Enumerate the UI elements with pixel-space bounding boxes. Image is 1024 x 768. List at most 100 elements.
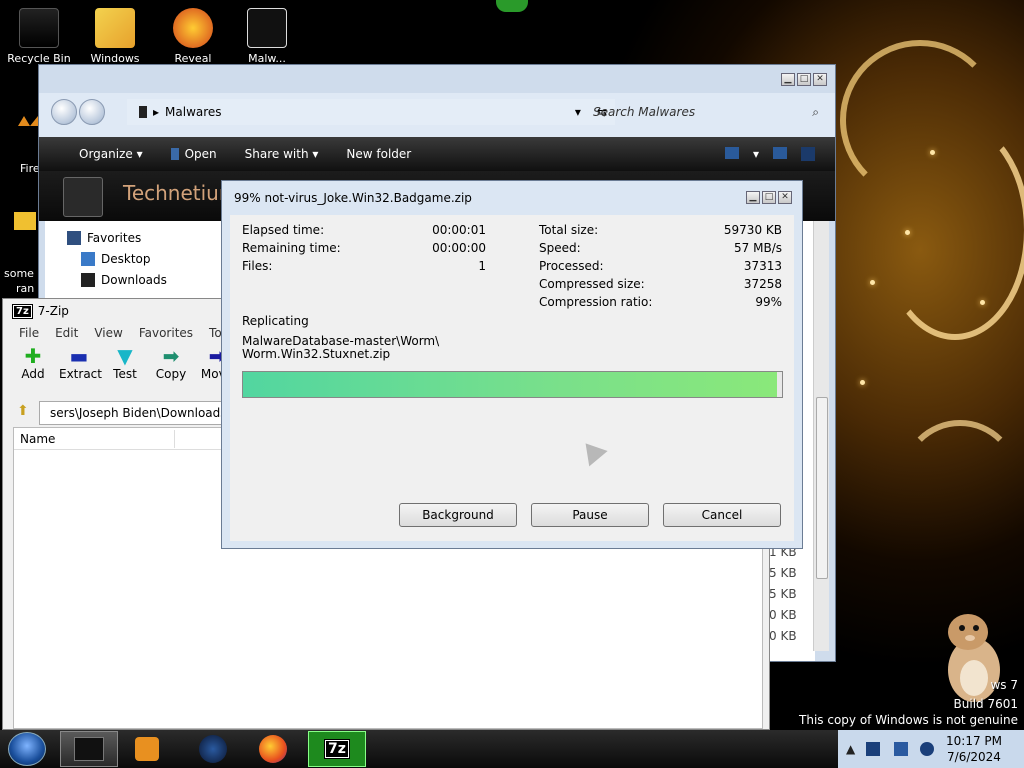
vertical-scrollbar[interactable]	[813, 221, 829, 651]
maximize-button[interactable]: □	[762, 191, 776, 204]
taskbar-clock[interactable]: 10:17 PM 7/6/2024	[946, 733, 1002, 765]
explorer-address-row: ▸ Malwares ▾ ⇆ Search Malwares ⌕	[39, 93, 835, 137]
nav-item-favorites[interactable]: Favorites	[67, 231, 141, 245]
banner-icon	[63, 177, 103, 217]
folder-icon	[74, 737, 104, 761]
test-button[interactable]: ▼ Test	[105, 344, 145, 381]
share-with-button[interactable]: Share with ▾	[231, 147, 333, 161]
desktop-icon	[81, 252, 95, 266]
taskbar-app[interactable]	[184, 731, 242, 767]
folder-icon[interactable]	[14, 212, 36, 230]
folder-icon	[247, 8, 287, 48]
close-button[interactable]: ✕	[813, 73, 827, 86]
cancel-button[interactable]: Cancel	[663, 503, 781, 527]
open-button-label: Open	[184, 147, 217, 161]
test-icon: ▼	[117, 344, 133, 368]
search-placeholder: Search Malwares	[593, 105, 696, 119]
chevron-down-icon[interactable]: ▾	[575, 105, 581, 119]
nav-item-label: Favorites	[87, 231, 142, 245]
wallpaper-sparkle	[860, 380, 865, 385]
desktop-icon-malwares[interactable]: Malw...	[232, 8, 302, 65]
tray-app-icon[interactable]	[866, 742, 880, 756]
desktop-text-ran: ran	[16, 282, 35, 295]
elapsed-time-label: Elapsed time:	[242, 223, 325, 237]
taskbar-firefox[interactable]	[244, 731, 302, 767]
recycle-bin-icon	[19, 8, 59, 48]
operation-status: Replicating	[242, 314, 309, 328]
taskbar-media-player[interactable]	[118, 731, 176, 767]
speed-label: Speed:	[539, 241, 581, 255]
current-file-path: MalwareDatabase-master\Worm\	[242, 334, 440, 348]
help-icon[interactable]	[801, 147, 815, 161]
folder-up-icon[interactable]: ⬆	[17, 403, 29, 419]
desktop-icon-recycle-bin[interactable]: Recycle Bin	[4, 8, 74, 65]
organize-button[interactable]: Organize ▾	[65, 147, 157, 161]
firefox-icon	[259, 735, 287, 763]
progress-bar-fill	[243, 372, 777, 397]
menu-view[interactable]: View	[94, 326, 122, 340]
forward-button[interactable]	[79, 99, 105, 125]
files-label: Files:	[242, 259, 273, 273]
wallpaper-sparkle	[870, 280, 875, 285]
nav-item-label: Downloads	[101, 273, 167, 287]
taskbar-explorer[interactable]	[60, 731, 118, 767]
star-icon	[67, 231, 81, 245]
scrollbar-thumb[interactable]	[816, 397, 828, 579]
path-value: sers\Joseph Biden\Downloads	[50, 406, 225, 420]
wallpaper-swirl	[880, 120, 1024, 340]
processed-label: Processed:	[539, 259, 604, 273]
chevron-down-icon[interactable]: ▾	[753, 147, 759, 161]
breadcrumb[interactable]: Malwares	[165, 105, 222, 119]
dialog-titlebar[interactable]: 99% not-virus_Joke.Win32.Badgame.zip ▁ □…	[222, 181, 802, 215]
search-input[interactable]: Search Malwares ⌕	[587, 99, 827, 125]
path-input[interactable]: sers\Joseph Biden\Downloads	[39, 401, 225, 425]
back-button[interactable]	[51, 99, 77, 125]
pause-button[interactable]: Pause	[531, 503, 649, 527]
nav-item-desktop[interactable]: Desktop	[81, 252, 151, 266]
explorer-titlebar[interactable]: ▁ □ ✕	[39, 65, 835, 93]
address-bar[interactable]: ▸ Malwares ▾ ⇆	[127, 99, 615, 125]
volume-icon[interactable]	[920, 742, 934, 756]
nav-item-downloads[interactable]: Downloads	[81, 273, 167, 287]
menu-file[interactable]: File	[19, 326, 39, 340]
compression-ratio-value: 99%	[755, 295, 782, 309]
preview-pane-icon[interactable]	[773, 147, 787, 159]
search-icon[interactable]: ⌕	[812, 105, 819, 120]
nav-item-label: Desktop	[101, 252, 151, 266]
app-icon	[199, 735, 227, 763]
maximize-button[interactable]: □	[797, 73, 811, 86]
file-icon	[170, 148, 179, 160]
clock-time: 10:17 PM	[946, 734, 1002, 748]
new-folder-button[interactable]: New folder	[332, 147, 425, 161]
taskbar-7zip[interactable]: 7z	[308, 731, 366, 767]
copy-button[interactable]: ➡ Copy	[151, 344, 191, 381]
show-hidden-icons-icon[interactable]: ▲	[846, 742, 855, 756]
remaining-time-label: Remaining time:	[242, 241, 341, 255]
add-button[interactable]: ✚ Add	[13, 344, 53, 381]
network-icon[interactable]	[894, 742, 908, 756]
speed-value: 57 MB/s	[734, 241, 782, 255]
wallpaper-sparkle	[980, 300, 985, 305]
menu-edit[interactable]: Edit	[55, 326, 78, 340]
extract-button[interactable]: ▬ Extract	[59, 344, 102, 381]
downloads-icon	[81, 273, 95, 287]
firefox-shortcut-icon[interactable]	[18, 116, 38, 126]
minimize-button[interactable]: ▁	[746, 191, 760, 204]
start-button[interactable]	[8, 732, 46, 766]
extract-icon: ▬	[69, 344, 89, 368]
files-value: 1	[478, 259, 486, 273]
explorer-toolbar: Organize ▾ Open Share with ▾ New folder …	[39, 137, 835, 171]
wallpaper-sparkle	[905, 230, 910, 235]
compressed-size-label: Compressed size:	[539, 277, 645, 291]
minimize-button[interactable]: ▁	[781, 73, 795, 86]
close-button[interactable]: ✕	[778, 191, 792, 204]
menu-favorites[interactable]: Favorites	[139, 326, 193, 340]
clock-date: 7/6/2024	[947, 750, 1001, 764]
media-player-icon	[135, 737, 159, 761]
column-header-next[interactable]	[174, 429, 224, 448]
view-options-icon[interactable]	[724, 147, 739, 159]
background-button[interactable]: Background	[399, 503, 517, 527]
compression-progress-dialog: 99% not-virus_Joke.Win32.Badgame.zip ▁ □…	[221, 180, 803, 549]
open-button[interactable]: Open	[157, 147, 231, 161]
column-header-name[interactable]: Name	[20, 432, 55, 446]
